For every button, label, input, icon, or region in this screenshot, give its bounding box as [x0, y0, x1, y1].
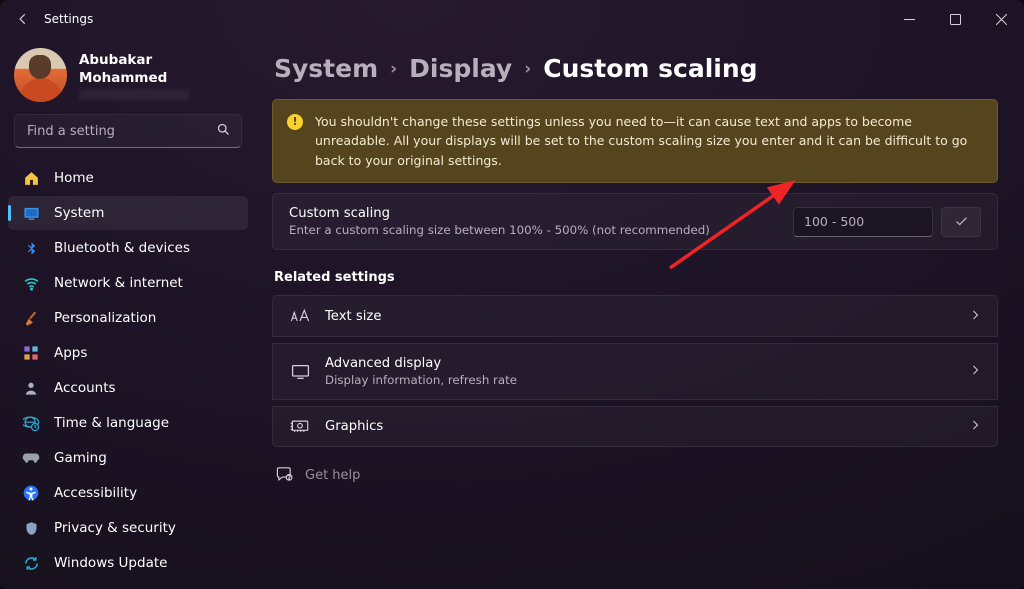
warning-text: You shouldn't change these settings unle… — [315, 112, 983, 170]
update-icon — [22, 554, 40, 572]
section-title-related: Related settings — [274, 270, 998, 285]
monitor-icon — [289, 364, 311, 380]
row-subtitle: Enter a custom scaling size between 100%… — [289, 223, 779, 237]
breadcrumb-item[interactable]: Display — [409, 54, 512, 83]
sidebar-item-apps[interactable]: Apps — [8, 336, 248, 370]
titlebar: Settings — [0, 0, 1024, 38]
help-label: Get help — [305, 468, 360, 483]
minimize-button[interactable] — [886, 0, 932, 38]
related-item-graphics[interactable]: Graphics — [272, 406, 998, 447]
maximize-button[interactable] — [932, 0, 978, 38]
sidebar-item-label: Apps — [54, 345, 87, 361]
row-title: Text size — [325, 309, 955, 324]
person-icon — [22, 379, 40, 397]
sidebar-item-label: Accounts — [54, 380, 116, 396]
chevron-right-icon: › — [524, 59, 531, 79]
home-icon — [22, 169, 40, 187]
row-title: Graphics — [325, 419, 955, 434]
avatar — [14, 48, 67, 102]
user-name: Abubakar Mohammed — [79, 51, 242, 87]
apps-icon — [22, 344, 40, 362]
sidebar-item-label: System — [54, 205, 104, 221]
get-help-link[interactable]: Get help — [272, 465, 998, 486]
sidebar-item-accounts[interactable]: Accounts — [8, 371, 248, 405]
back-button[interactable] — [16, 12, 30, 26]
globe-clock-icon — [22, 414, 40, 432]
sidebar-item-label: Windows Update — [54, 555, 167, 571]
user-email-redacted — [79, 89, 189, 100]
gamepad-icon — [22, 449, 40, 467]
wifi-icon — [22, 274, 40, 292]
sidebar: Abubakar Mohammed Home — [0, 38, 256, 589]
sidebar-item-network[interactable]: Network & internet — [8, 266, 248, 300]
sidebar-item-windows-update[interactable]: Windows Update — [8, 546, 248, 580]
sidebar-item-time-language[interactable]: Time & language — [8, 406, 248, 440]
search-icon — [216, 122, 231, 141]
sidebar-item-privacy[interactable]: Privacy & security — [8, 511, 248, 545]
sidebar-item-label: Home — [54, 170, 94, 186]
window-title: Settings — [44, 12, 93, 26]
row-title: Advanced display — [325, 356, 955, 371]
custom-scaling-input[interactable] — [793, 207, 933, 237]
sidebar-item-accessibility[interactable]: Accessibility — [8, 476, 248, 510]
sidebar-item-label: Bluetooth & devices — [54, 240, 190, 256]
row-title: Custom scaling — [289, 206, 779, 221]
row-subtitle: Display information, refresh rate — [325, 373, 955, 387]
system-icon — [22, 204, 40, 222]
related-item-text-size[interactable]: Text size — [272, 295, 998, 337]
bluetooth-icon — [22, 239, 40, 257]
apply-button[interactable] — [941, 207, 981, 237]
user-profile[interactable]: Abubakar Mohammed — [0, 42, 256, 114]
sidebar-item-label: Accessibility — [54, 485, 137, 501]
warning-banner: ! You shouldn't change these settings un… — [272, 99, 998, 183]
shield-icon — [22, 519, 40, 537]
close-button[interactable] — [978, 0, 1024, 38]
breadcrumb: System › Display › Custom scaling — [272, 46, 998, 99]
sidebar-item-gaming[interactable]: Gaming — [8, 441, 248, 475]
gpu-icon — [289, 419, 311, 434]
sidebar-item-label: Privacy & security — [54, 520, 176, 536]
sidebar-item-label: Personalization — [54, 310, 156, 326]
accessibility-icon — [22, 484, 40, 502]
warning-icon: ! — [287, 114, 303, 130]
sidebar-item-system[interactable]: System — [8, 196, 248, 230]
main-content: System › Display › Custom scaling ! You … — [256, 38, 1024, 589]
help-icon — [276, 465, 293, 486]
search-box[interactable] — [14, 114, 242, 148]
brush-icon — [22, 309, 40, 327]
text-size-icon — [289, 308, 311, 324]
search-input[interactable] — [25, 123, 216, 140]
breadcrumb-item[interactable]: System — [274, 54, 378, 83]
sidebar-item-personalization[interactable]: Personalization — [8, 301, 248, 335]
sidebar-item-label: Gaming — [54, 450, 107, 466]
custom-scaling-row: Custom scaling Enter a custom scaling si… — [272, 193, 998, 250]
sidebar-item-label: Network & internet — [54, 275, 183, 291]
breadcrumb-item-current: Custom scaling — [543, 54, 757, 83]
sidebar-item-home[interactable]: Home — [8, 161, 248, 195]
chevron-right-icon: › — [390, 59, 397, 79]
nav-list: Home System Bluetooth & devices Network … — [0, 158, 256, 583]
related-item-advanced-display[interactable]: Advanced display Display information, re… — [272, 343, 998, 400]
chevron-right-icon — [969, 309, 981, 324]
chevron-right-icon — [969, 419, 981, 434]
sidebar-item-label: Time & language — [54, 415, 169, 431]
chevron-right-icon — [969, 364, 981, 379]
sidebar-item-bluetooth[interactable]: Bluetooth & devices — [8, 231, 248, 265]
